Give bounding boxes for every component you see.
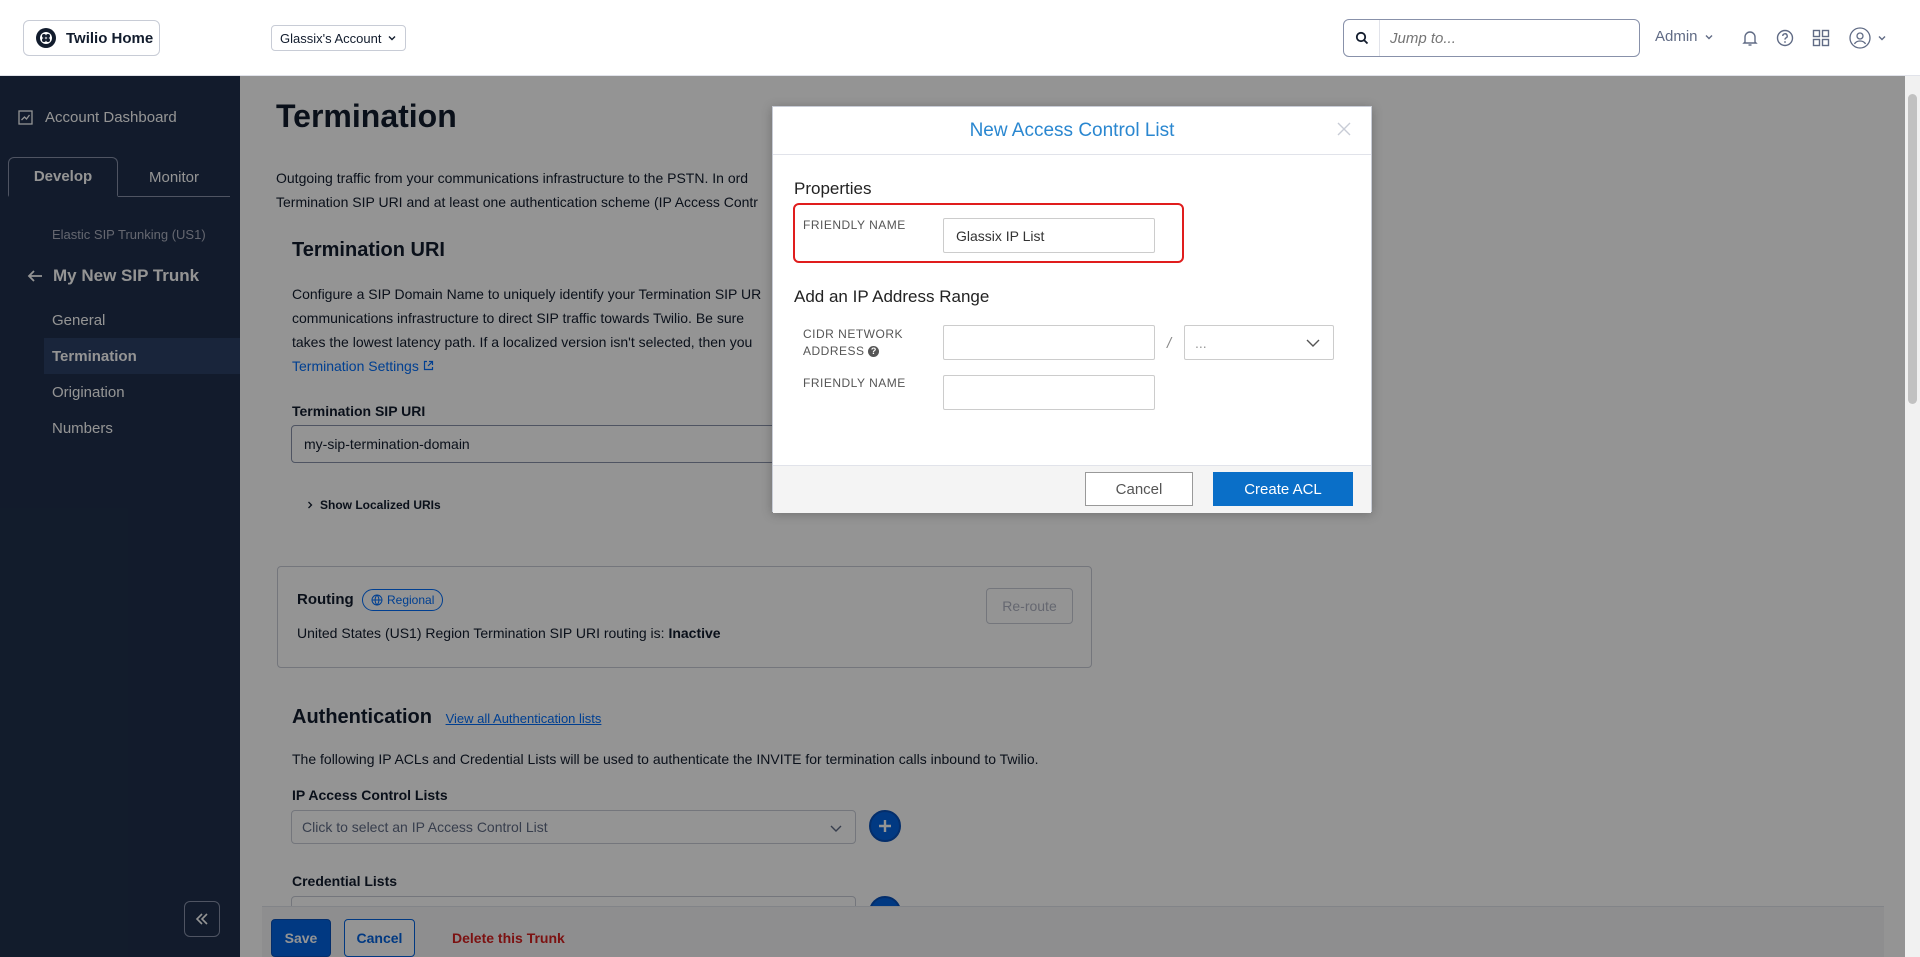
twilio-logo-icon bbox=[36, 28, 56, 48]
chevron-down-icon bbox=[1306, 339, 1320, 347]
properties-heading: Properties bbox=[794, 179, 872, 198]
account-switcher[interactable]: Glassix's Account bbox=[271, 25, 407, 51]
top-bar: Twilio Home Glassix's Account Admin bbox=[0, 0, 1920, 76]
jump-to-search[interactable] bbox=[1343, 19, 1640, 57]
modal-cancel-button[interactable]: Cancel bbox=[1085, 472, 1193, 506]
friendly-name-label: FRIENDLY NAME bbox=[803, 218, 906, 232]
range-friendly-name-label: FRIENDLY NAME bbox=[803, 376, 906, 390]
user-avatar-icon bbox=[1849, 27, 1871, 49]
cidr-label: CIDR NETWORK ADDRESS ? bbox=[803, 326, 903, 360]
app-grid-icon[interactable] bbox=[1810, 27, 1832, 49]
admin-label: Admin bbox=[1655, 28, 1698, 45]
modal-footer: Cancel Create ACL bbox=[773, 465, 1371, 513]
search-icon bbox=[1344, 20, 1380, 56]
new-acl-modal: New Access Control List Properties FRIEN… bbox=[772, 106, 1372, 513]
home-label: Twilio Home bbox=[66, 29, 154, 47]
cidr-label-line: ADDRESS bbox=[803, 344, 865, 358]
bell-icon[interactable] bbox=[1739, 27, 1761, 49]
modal-title: New Access Control List bbox=[969, 119, 1175, 141]
chevron-down-icon bbox=[1705, 34, 1713, 39]
modal-header: New Access Control List bbox=[773, 107, 1371, 155]
chevron-down-icon bbox=[388, 36, 396, 41]
acl-friendly-name-input[interactable]: Glassix IP List bbox=[943, 218, 1155, 253]
ip-range-heading: Add an IP Address Range bbox=[794, 287, 990, 306]
cidr-address-input[interactable] bbox=[943, 325, 1155, 360]
scrollbar-thumb[interactable] bbox=[1908, 94, 1917, 404]
cidr-slash: / bbox=[1167, 335, 1172, 352]
admin-menu[interactable]: Admin bbox=[1655, 28, 1714, 45]
account-label: Glassix's Account bbox=[280, 30, 382, 46]
user-menu[interactable] bbox=[1849, 27, 1887, 49]
twilio-home-button[interactable]: Twilio Home bbox=[23, 20, 160, 56]
cidr-label-line: CIDR NETWORK bbox=[803, 327, 903, 341]
page-scrollbar[interactable] bbox=[1905, 76, 1920, 957]
help-icon[interactable] bbox=[1774, 27, 1796, 49]
prefix-placeholder: ... bbox=[1195, 334, 1207, 351]
create-acl-button[interactable]: Create ACL bbox=[1213, 472, 1353, 506]
cidr-prefix-select[interactable]: ... bbox=[1184, 325, 1334, 360]
question-icon[interactable]: ? bbox=[868, 346, 880, 358]
range-friendly-name-input[interactable] bbox=[943, 375, 1155, 410]
search-input[interactable] bbox=[1380, 29, 1620, 47]
close-icon[interactable] bbox=[1335, 121, 1353, 139]
chevron-down-icon bbox=[1878, 36, 1886, 41]
